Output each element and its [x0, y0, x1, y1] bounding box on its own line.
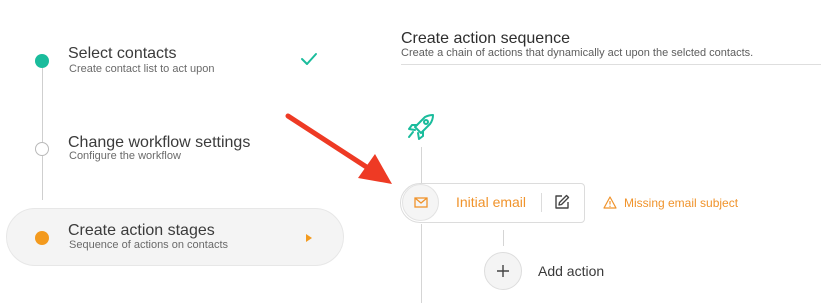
warning-icon [603, 196, 617, 209]
branch-line [503, 230, 504, 246]
stepper-line [42, 156, 43, 200]
check-icon [301, 53, 317, 65]
caret-right-icon [306, 234, 312, 242]
step-active-dot [35, 231, 49, 245]
step-done-dot [35, 54, 49, 68]
step-subtitle: Create contact list to act upon [69, 63, 215, 75]
page-title: Create action sequence [401, 30, 570, 47]
add-action-button[interactable] [484, 252, 522, 290]
step-title[interactable]: Select contacts [68, 45, 177, 63]
step-subtitle: Sequence of actions on contacts [69, 239, 228, 251]
sequence-line [421, 147, 422, 183]
action-node-label[interactable]: Initial email [456, 194, 526, 210]
step-pending-dot [35, 142, 49, 156]
plus-icon [497, 265, 509, 277]
step-subtitle: Configure the workflow [69, 150, 181, 162]
warning-text: Missing email subject [624, 196, 739, 210]
rocket-icon [408, 114, 434, 140]
sequence-line [421, 224, 422, 303]
edit-icon[interactable] [553, 193, 571, 211]
add-action-label[interactable]: Add action [538, 263, 604, 279]
envelope-icon [414, 197, 428, 208]
page-subtitle: Create a chain of actions that dynamical… [401, 47, 754, 59]
action-node-divider [541, 193, 542, 212]
header-divider [401, 64, 821, 65]
annotation-arrow [285, 113, 392, 184]
stepper-line [42, 68, 43, 142]
step-title[interactable]: Create action stages [68, 222, 215, 240]
